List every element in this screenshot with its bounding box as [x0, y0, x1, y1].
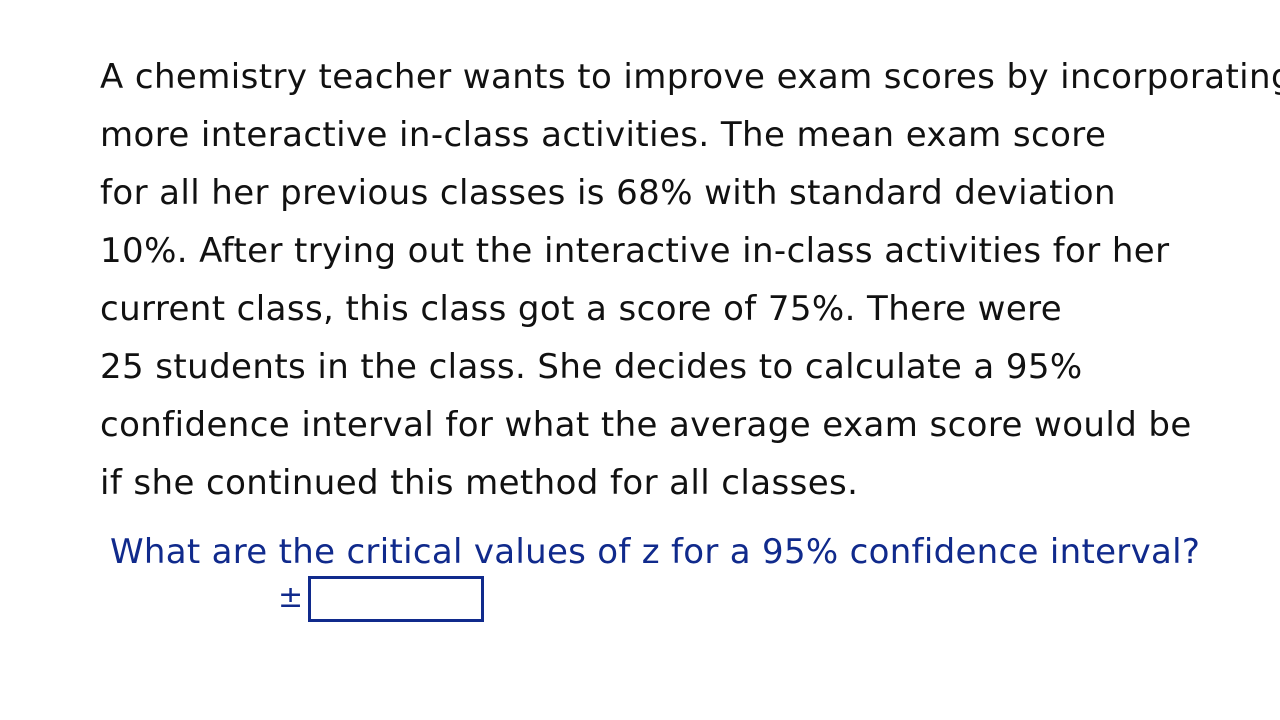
problem-line: 10%. After trying out the interactive in… [100, 231, 1170, 271]
problem-line: current class, this class got a score of… [100, 289, 1063, 329]
problem-line: A chemistry teacher wants to improve exa… [100, 57, 1280, 97]
plus-minus-symbol: ± [278, 580, 304, 615]
problem-statement: A chemistry teacher wants to improve exa… [100, 48, 1280, 512]
worksheet-page: A chemistry teacher wants to improve exa… [0, 0, 1280, 720]
question-prompt: What are the critical values of z for a … [110, 532, 1201, 572]
problem-line: for all her previous classes is 68% with… [100, 173, 1116, 213]
problem-line: if she continued this method for all cla… [100, 463, 859, 503]
problem-line: 25 students in the class. She decides to… [100, 347, 1083, 387]
problem-line: more interactive in-class activities. Th… [100, 115, 1107, 155]
problem-line: confidence interval for what the average… [100, 405, 1192, 445]
critical-value-input[interactable] [308, 576, 484, 622]
